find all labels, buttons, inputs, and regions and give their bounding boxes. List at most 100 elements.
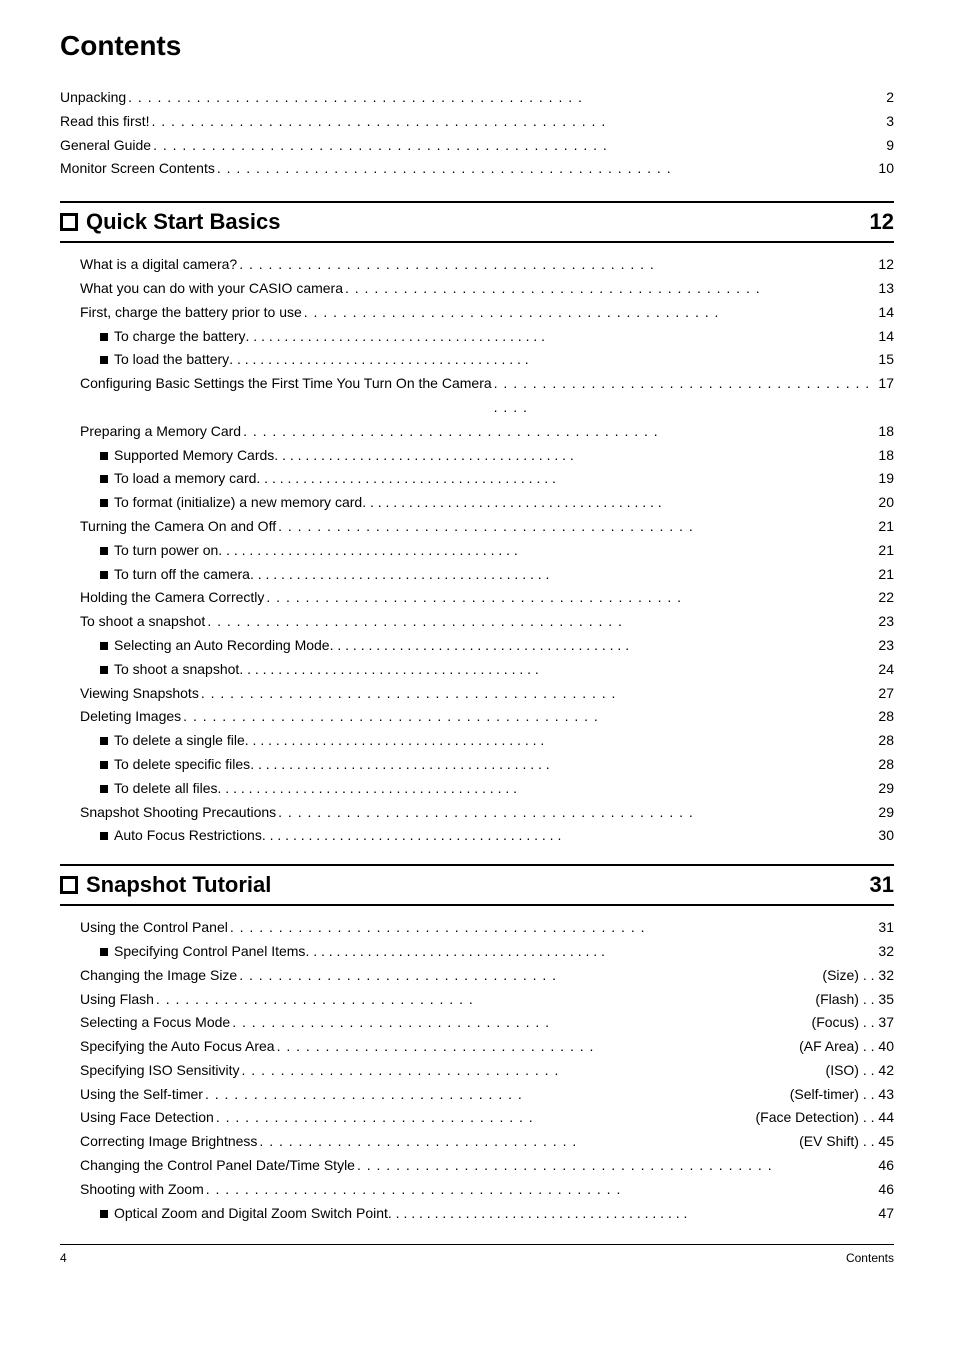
entry-dots: . . . . . . . . . . . . . . . . . . . . … (207, 610, 876, 634)
toc-entry: To load a memory card . . . . . . . . . … (60, 467, 894, 491)
toc-entry: Snapshot Shooting Precautions . . . . . … (60, 801, 894, 825)
entry-text: Optical Zoom and Digital Zoom Switch Poi… (114, 1202, 388, 1226)
entry-dots: . . . . . . . . . . . . . . . . . . . . … (345, 277, 876, 301)
toc-entry: Using Face Detection . . . . . . . . . .… (60, 1106, 894, 1130)
footer-page-num: 4 (60, 1251, 67, 1265)
entry-page: 20 (878, 491, 894, 515)
entry-dots: . . . . . . . . . . . . . . . . . . . . … (217, 157, 877, 181)
section-page: 12 (870, 209, 894, 235)
entry-dots: . . . . . . . . . . . . . . . . . . . . … (259, 1130, 797, 1154)
entry-dots: . . . . . . . . . . . . . . . . . . . . … (362, 491, 878, 515)
entry-dots: . . . . . . . . . . . . . . . . . . . . … (330, 634, 879, 658)
toc-entry: To format (initialize) a new memory card… (60, 491, 894, 515)
entry-page: 2 (886, 86, 894, 110)
bullet-icon (100, 452, 108, 460)
entry-page: (Focus) . . 37 (812, 1011, 894, 1035)
section-header-left: Quick Start Basics (60, 209, 280, 235)
bullet-icon (100, 666, 108, 674)
entry-content: Specifying Control Panel Items . . . . .… (114, 940, 894, 964)
entry-text: Using the Self-timer (80, 1083, 203, 1107)
toc-entry: Supported Memory Cards . . . . . . . . .… (60, 444, 894, 468)
bullet-icon (100, 475, 108, 483)
footer-label: Contents (846, 1251, 894, 1265)
entry-text: To delete a single file (114, 729, 245, 753)
bullet-icon (100, 356, 108, 364)
entry-text: Using the Control Panel (80, 916, 228, 940)
entry-content: To turn off the camera . . . . . . . . .… (114, 563, 894, 587)
toc-entry: Using Flash . . . . . . . . . . . . . . … (60, 988, 894, 1012)
entry-text: Viewing Snapshots (80, 682, 199, 706)
toc-entry: Preparing a Memory Card . . . . . . . . … (60, 420, 894, 444)
entry-dots: . . . . . . . . . . . . . . . . . . . . … (274, 444, 878, 468)
entry-text: Correcting Image Brightness (80, 1130, 257, 1154)
entry-page: 21 (878, 515, 894, 539)
entry-content: To delete a single file . . . . . . . . … (114, 729, 894, 753)
entry-dots: . . . . . . . . . . . . . . . . . . . . … (494, 372, 877, 420)
entry-content: To load a memory card . . . . . . . . . … (114, 467, 894, 491)
entry-text: To shoot a snapshot (114, 658, 239, 682)
entry-text: To format (initialize) a new memory card (114, 491, 362, 515)
entry-text: What is a digital camera? (80, 253, 237, 277)
section-header: Quick Start Basics 12 (60, 201, 894, 243)
entry-page: 21 (878, 563, 894, 587)
entry-page: 23 (878, 634, 894, 658)
footer: 4 Contents (60, 1244, 894, 1265)
entry-page: 24 (878, 658, 894, 682)
toc-entry: Holding the Camera Correctly . . . . . .… (60, 586, 894, 610)
toc-entry: Using the Control Panel . . . . . . . . … (60, 916, 894, 940)
entry-dots: . . . . . . . . . . . . . . . . . . . . … (245, 729, 879, 753)
section-icon (60, 876, 78, 894)
toc-entry: To turn off the camera . . . . . . . . .… (60, 563, 894, 587)
toc-entry: Optical Zoom and Digital Zoom Switch Poi… (60, 1202, 894, 1226)
toc-entry: To load the battery . . . . . . . . . . … (60, 348, 894, 372)
bullet-icon (100, 547, 108, 555)
entry-page: 29 (878, 777, 894, 801)
toc-entry: Changing the Image Size . . . . . . . . … (60, 964, 894, 988)
entry-page: 9 (886, 134, 894, 158)
entry-page: 28 (878, 705, 894, 729)
toc-entry: Specifying Control Panel Items . . . . .… (60, 940, 894, 964)
entry-content: Auto Focus Restrictions . . . . . . . . … (114, 824, 894, 848)
bullet-icon (100, 499, 108, 507)
entry-dots: . . . . . . . . . . . . . . . . . . . . … (128, 86, 884, 110)
entry-text: Specifying ISO Sensitivity (80, 1059, 240, 1083)
entry-content: Optical Zoom and Digital Zoom Switch Poi… (114, 1202, 894, 1226)
toc-entry: Turning the Camera On and Off . . . . . … (60, 515, 894, 539)
entry-dots: . . . . . . . . . . . . . . . . . . . . … (239, 253, 876, 277)
entry-page: 14 (878, 301, 894, 325)
entry-text: To turn power on (114, 539, 218, 563)
entry-page: 19 (878, 467, 894, 491)
entry-dots: . . . . . . . . . . . . . . . . . . . . … (206, 1178, 877, 1202)
toc-entry: Changing the Control Panel Date/Time Sty… (60, 1154, 894, 1178)
toc-entry: To shoot a snapshot . . . . . . . . . . … (60, 658, 894, 682)
entry-dots: . . . . . . . . . . . . . . . . . . . . … (156, 988, 813, 1012)
bullet-icon (100, 948, 108, 956)
toc-entry: Selecting a Focus Mode . . . . . . . . .… (60, 1011, 894, 1035)
entry-dots: . . . . . . . . . . . . . . . . . . . . … (304, 301, 877, 325)
section-icon (60, 213, 78, 231)
entry-dots: . . . . . . . . . . . . . . . . . . . . … (250, 753, 878, 777)
entry-page: 28 (878, 729, 894, 753)
page-title: Contents (60, 30, 894, 66)
entry-page: 10 (878, 157, 894, 181)
entry-page: 21 (878, 539, 894, 563)
entry-content: To load the battery . . . . . . . . . . … (114, 348, 894, 372)
entry-dots: . . . . . . . . . . . . . . . . . . . . … (151, 110, 884, 134)
toc-entry: To delete specific files . . . . . . . .… (60, 753, 894, 777)
entry-text: To charge the battery (114, 325, 246, 349)
entry-dots: . . . . . . . . . . . . . . . . . . . . … (250, 563, 878, 587)
entry-page: 30 (878, 824, 894, 848)
bullet-icon (100, 571, 108, 579)
entry-page: 18 (878, 420, 894, 444)
entry-dots: . . . . . . . . . . . . . . . . . . . . … (232, 1011, 809, 1035)
toc-entry: Using the Self-timer . . . . . . . . . .… (60, 1083, 894, 1107)
entry-content: Supported Memory Cards . . . . . . . . .… (114, 444, 894, 468)
entry-content: To delete specific files . . . . . . . .… (114, 753, 894, 777)
entry-dots: . . . . . . . . . . . . . . . . . . . . … (218, 777, 879, 801)
entry-content: To format (initialize) a new memory card… (114, 491, 894, 515)
entry-text: To delete all files (114, 777, 218, 801)
entry-dots: . . . . . . . . . . . . . . . . . . . . … (230, 916, 877, 940)
entry-text: Selecting an Auto Recording Mode (114, 634, 330, 658)
entry-text: Configuring Basic Settings the First Tim… (80, 372, 492, 396)
entry-page: 18 (878, 444, 894, 468)
